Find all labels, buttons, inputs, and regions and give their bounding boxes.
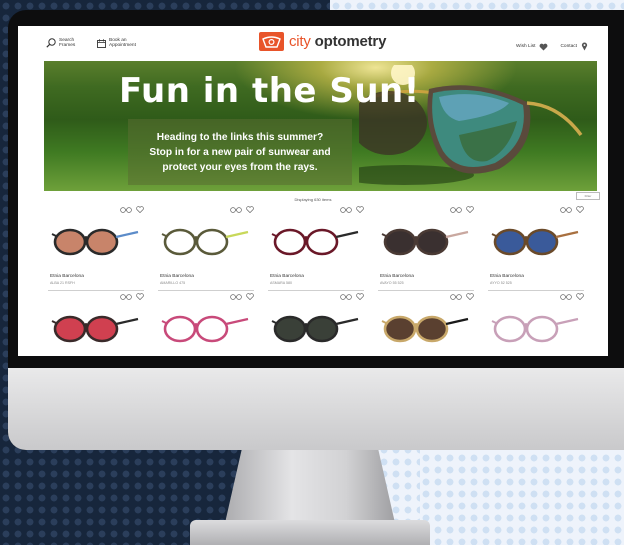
logo-text: city optometry — [289, 33, 386, 50]
eyeglasses-image — [271, 315, 359, 343]
book-appointment-link[interactable]: Book an Appointment — [97, 38, 137, 48]
eyeglasses-image — [51, 228, 139, 256]
try-on-glasses-icon[interactable] — [560, 293, 572, 300]
banner-text-box: Heading to the links this summer? Stop i… — [128, 119, 352, 185]
eyeglasses-image — [381, 228, 469, 256]
contact-label: Contact — [560, 44, 577, 49]
wishlist-heart-icon[interactable] — [576, 206, 584, 213]
eyeglasses-image — [271, 228, 359, 256]
banner-title: Fun in the Sun! — [119, 71, 420, 111]
monitor-stand-base — [190, 520, 430, 545]
try-on-glasses-icon[interactable] — [340, 293, 352, 300]
product-model: AMARILLO 475 — [160, 281, 186, 285]
eyeglasses-image — [381, 315, 469, 343]
light-dotted-background-bottom — [420, 440, 624, 545]
promo-banner[interactable]: Fun in the Sun! Heading to the links thi… — [44, 61, 597, 191]
wishlist-heart-icon[interactable] — [576, 293, 584, 300]
try-on-glasses-icon[interactable] — [560, 206, 572, 213]
glasses-logo-icon — [259, 32, 284, 51]
banner-line-1: Heading to the links this summer? — [156, 132, 324, 143]
product-divider — [158, 290, 254, 291]
location-pin-icon — [581, 42, 588, 51]
product-brand[interactable]: Etnia Barcelona — [490, 274, 524, 279]
product-brand[interactable]: Etnia Barcelona — [380, 274, 414, 279]
product-divider — [48, 290, 144, 291]
wishlist-heart-icon[interactable] — [246, 206, 254, 213]
product-divider — [488, 290, 584, 291]
product-card-actions — [340, 293, 364, 300]
try-on-glasses-icon[interactable] — [340, 206, 352, 213]
eyeglasses-image — [161, 315, 249, 343]
product-divider — [378, 290, 474, 291]
try-on-glasses-icon[interactable] — [230, 293, 242, 300]
wishlist-heart-icon[interactable] — [136, 206, 144, 213]
wishlist-heart-icon[interactable] — [136, 293, 144, 300]
search-frames-link[interactable]: Search Frames — [46, 38, 87, 48]
wish-list-label: Wish List — [515, 44, 536, 49]
product-card-actions — [230, 206, 254, 213]
product-card-actions — [120, 206, 144, 213]
wishlist-heart-icon[interactable] — [466, 293, 474, 300]
eyeglasses-image — [51, 315, 139, 343]
product-model: AYYO 52 525 — [490, 281, 512, 285]
search-frames-label: Search Frames — [59, 38, 76, 48]
wishlist-heart-icon[interactable] — [466, 206, 474, 213]
product-brand[interactable]: Etnia Barcelona — [270, 274, 304, 279]
heart-icon — [540, 43, 548, 51]
product-card-actions — [450, 206, 474, 213]
search-icon — [46, 38, 56, 48]
header-right-links: Wish List Contact — [516, 42, 588, 51]
banner-line-2: Stop in for a new pair of sunwear and — [149, 147, 331, 158]
product-card-actions — [560, 293, 584, 300]
monitor-chin — [8, 368, 624, 450]
try-on-glasses-icon[interactable] — [120, 206, 132, 213]
product-brand[interactable]: Etnia Barcelona — [50, 274, 84, 279]
try-on-glasses-icon[interactable] — [450, 293, 462, 300]
eyeglasses-image — [491, 315, 579, 343]
city-optometry-logo[interactable]: city optometry — [259, 32, 386, 51]
calendar-icon — [97, 38, 106, 48]
wishlist-heart-icon[interactable] — [246, 293, 254, 300]
filter-button[interactable]: Filter — [576, 192, 600, 200]
logo-word-city: city — [289, 33, 311, 50]
header-left-links: Search Frames Book an Appointment — [46, 38, 137, 48]
product-card-actions — [230, 293, 254, 300]
wishlist-heart-icon[interactable] — [356, 293, 364, 300]
contact-link[interactable]: Contact — [560, 42, 588, 51]
try-on-glasses-icon[interactable] — [120, 293, 132, 300]
results-count: Displaying 630 items — [294, 197, 332, 202]
product-card-actions — [560, 206, 584, 213]
product-divider — [268, 290, 364, 291]
product-model: ALBA 21 RSFH — [50, 281, 75, 285]
logo-word-optometry: optometry — [314, 33, 387, 50]
product-card-actions — [340, 206, 364, 213]
product-card-actions — [450, 293, 474, 300]
product-model: AVAYO 55 525 — [380, 281, 404, 285]
wishlist-heart-icon[interactable] — [356, 206, 364, 213]
try-on-glasses-icon[interactable] — [450, 206, 462, 213]
wish-list-link[interactable]: Wish List — [516, 43, 548, 51]
product-brand[interactable]: Etnia Barcelona — [160, 274, 194, 279]
site-header: Search Frames Book an Appointment city o… — [18, 26, 608, 60]
eyeglasses-image — [491, 228, 579, 256]
banner-line-3: protect your eyes from the rays. — [162, 162, 318, 173]
try-on-glasses-icon[interactable] — [230, 206, 242, 213]
eyeglasses-image — [161, 228, 249, 256]
product-model: ASMARA 580 — [270, 281, 292, 285]
book-appointment-label: Book an Appointment — [109, 38, 136, 48]
product-card-actions — [120, 293, 144, 300]
website-screen: Search Frames Book an Appointment city o… — [18, 26, 608, 356]
